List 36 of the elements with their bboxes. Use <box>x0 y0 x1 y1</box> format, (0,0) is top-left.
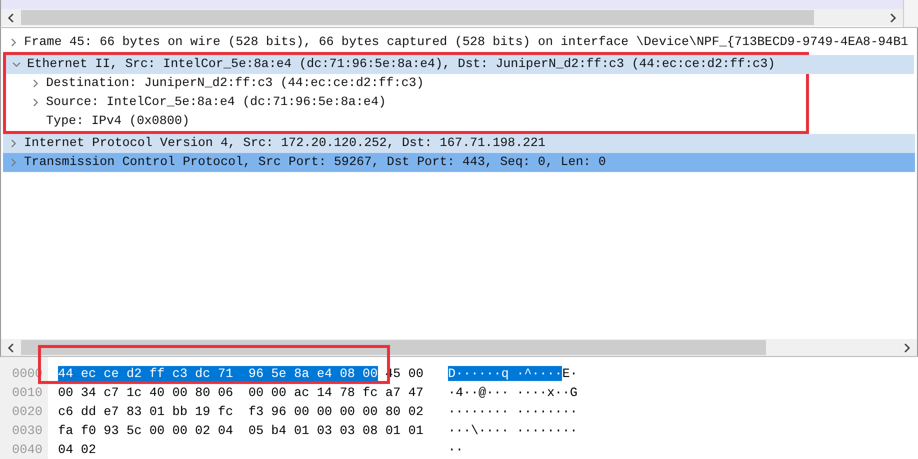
offset-label: 0010 <box>12 384 42 402</box>
scroll-left-icon[interactable] <box>7 12 15 22</box>
tree-row[interactable]: Source: IntelCor_5e:8a:e4 (dc:71:96:5e:8a:e4) <box>6 92 806 112</box>
hex-bytes[interactable]: 00 34 c7 1c 40 00 80 06 00 00 ac 14 78 fc a7 47 <box>58 385 424 400</box>
offset-label: 0030 <box>12 422 42 440</box>
tree-item-text: Transmission Control Protocol, Src Port: 59267, Dst Port: 443, Seq: 0, Len: 0 <box>24 155 606 170</box>
tree-item-text: Type: IPv4 (0x0800) <box>46 114 190 128</box>
ascii-text[interactable]: E· <box>562 366 578 381</box>
hex-bytes[interactable]: c6 dd e7 83 01 bb 19 fc f3 96 00 00 00 00 80 02 <box>58 404 424 419</box>
vertical-scrollbar[interactable] <box>903 0 918 27</box>
ascii-text[interactable]: ·4··@··· ····x··G <box>448 385 578 400</box>
tree-row[interactable]: Internet Protocol Version 4, Src: 172.20.120.252, Dst: 167.71.198.221 <box>3 134 915 153</box>
offset-label: 0040 <box>12 441 42 459</box>
tree-item-text: Ethernet II, Src: IntelCor_5e:8a:e4 (dc:71:96:5e:8a:e4), Dst: JuniperN_d2:ff:c3 (44:ec:ce:d2:ff:c3) <box>27 57 776 72</box>
hex-bytes[interactable]: 04 02 <box>58 442 96 457</box>
offset-label: 0020 <box>12 403 42 421</box>
tree-row[interactable]: Type: IPv4 (0x0800) <box>6 112 806 131</box>
tree-row[interactable]: Ethernet II, Src: IntelCor_5e:8a:e4 (dc:71:96:5e:8a:e4), Dst: JuniperN_d2:ff:c3 (44:ec:ce:d2:ff:c3) <box>6 54 914 74</box>
tree-item-text: Source: IntelCor_5e:8a:e4 (dc:71:96:5e:8a:e4) <box>46 95 386 110</box>
ascii-text[interactable]: D······q ·^···· <box>448 366 562 381</box>
ascii-text[interactable]: ···\···· ········ <box>448 423 578 438</box>
scroll-right-icon[interactable] <box>889 12 897 22</box>
hex-bytes[interactable]: fa f0 93 5c 00 00 02 04 05 b4 01 03 03 08 01 01 <box>58 423 424 438</box>
scroll-right-icon[interactable] <box>903 342 911 352</box>
tree-item-text: Destination: JuniperN_d2:ff:c3 (44:ec:ce:d2:ff:c3) <box>46 76 424 90</box>
tree-item-text: Frame 45: 66 bytes on wire (528 bits), 66 bytes captured (528 bits) on interface \Device\NPF_{713BECD9-9749-4EA8-94B1 <box>24 35 908 50</box>
tree-row[interactable]: Transmission Control Protocol, Src Port: 59267, Dst Port: 443, Seq: 0, Len: 0 <box>3 152 915 172</box>
tree-row[interactable]: Destination: JuniperN_d2:ff:c3 (44:ec:ce:d2:ff:c3) <box>6 74 806 93</box>
ascii-text[interactable]: ·· <box>448 442 464 457</box>
tree-item-text: Internet Protocol Version 4, Src: 172.20.120.252, Dst: 167.71.198.221 <box>24 136 546 150</box>
hex-bytes[interactable]: 44 ec ce d2 ff c3 dc 71 96 5e 8a e4 08 00 <box>58 366 378 381</box>
scroll-left-icon[interactable] <box>7 342 15 352</box>
horizontal-scrollbar[interactable] <box>1 339 917 356</box>
horizontal-scrollbar[interactable] <box>1 9 903 26</box>
ascii-text[interactable]: ········ ········ <box>448 404 578 419</box>
tree-row[interactable]: Frame 45: 66 bytes on wire (528 bits), 66 bytes captured (528 bits) on interface \Device\NPF_{713BECD9-9749-4EA8-94B1 <box>3 32 915 52</box>
